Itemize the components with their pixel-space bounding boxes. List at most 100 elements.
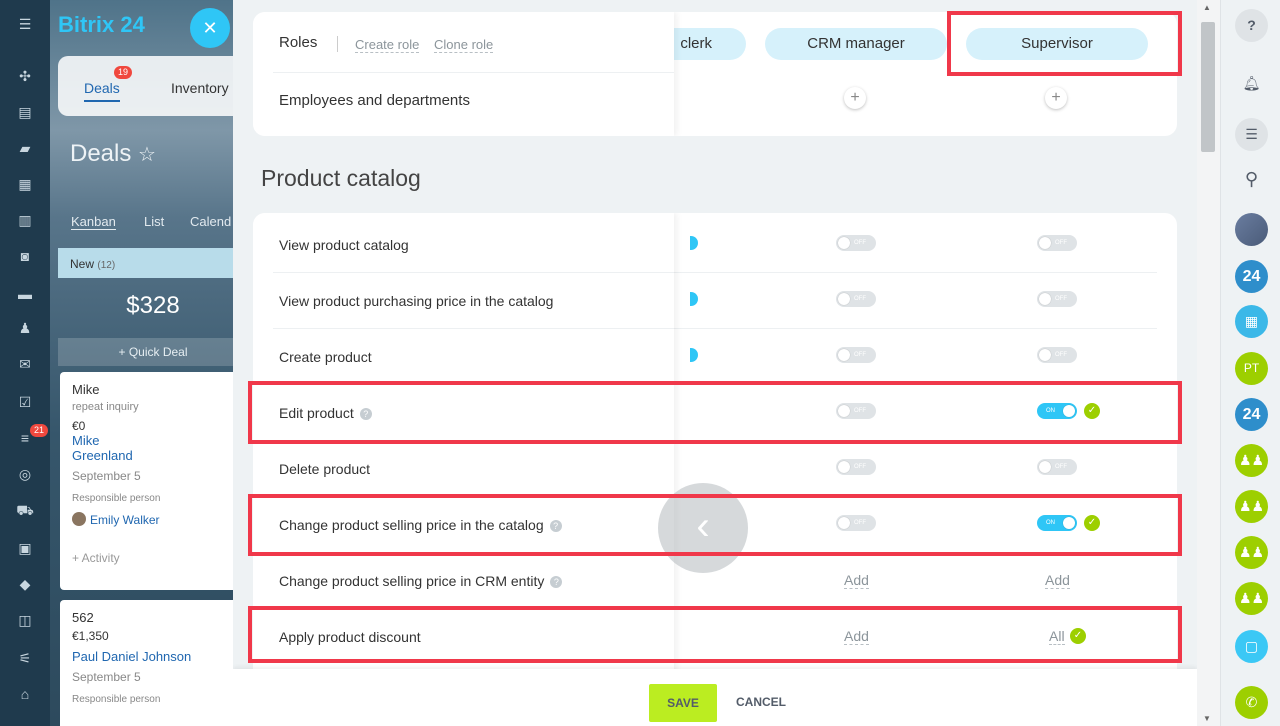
id-card-icon[interactable]: ▣	[15, 540, 35, 556]
deal-date: September 5	[72, 670, 141, 684]
document-icon[interactable]: ▥	[15, 212, 35, 228]
chat-bubble-icon[interactable]: ☰	[1235, 118, 1268, 151]
permission-label: Delete product	[279, 461, 371, 477]
group-chat-icon[interactable]: ♟♟	[1235, 490, 1268, 523]
view-kanban[interactable]: Kanban	[71, 214, 116, 230]
tasks-icon[interactable]: ▤	[15, 104, 35, 120]
permission-label-edit-product: Edit product?	[279, 405, 372, 421]
check-icon: ✓	[1084, 403, 1100, 419]
toggle-view-purchase-price-crm-manager[interactable]: OFF	[836, 291, 876, 307]
toggle-view-catalog-supervisor[interactable]: OFF	[1037, 235, 1077, 251]
avatar	[72, 512, 86, 526]
responsible-label: Responsible person	[72, 694, 161, 705]
deal-amount: €1,350	[72, 629, 109, 643]
tab-inventory[interactable]: Inventory	[171, 80, 229, 96]
crm-tabs: Deals 19 Inventory	[58, 56, 240, 116]
add-employee-supervisor-button[interactable]: +	[1045, 87, 1067, 109]
bitrix24-chat-icon[interactable]: 24	[1235, 260, 1268, 293]
avatar-pt[interactable]: PT	[1235, 352, 1268, 385]
add-employee-crm-manager-button[interactable]: +	[844, 87, 866, 109]
toggle-delete-product-crm-manager[interactable]: OFF	[836, 459, 876, 475]
clone-role-link[interactable]: Clone role	[434, 37, 494, 53]
crm-badge: 21	[30, 424, 49, 437]
mail-icon[interactable]: ✉	[15, 356, 35, 372]
role-column-supervisor[interactable]: Supervisor	[966, 28, 1148, 60]
robot-icon[interactable]: ◙	[15, 248, 35, 264]
home-icon[interactable]: ⌂	[15, 686, 35, 702]
permission-label: Apply product discount	[279, 629, 421, 645]
help-icon[interactable]: ?	[1235, 9, 1268, 42]
help-icon[interactable]: ?	[549, 520, 562, 532]
avatar[interactable]	[1235, 213, 1268, 246]
toggle-edit-product-crm-manager[interactable]: OFF	[836, 403, 876, 419]
divider	[273, 608, 674, 609]
toggle-delete-product-supervisor[interactable]: OFF	[1037, 459, 1077, 475]
hidden-column-toggle	[690, 348, 698, 362]
vertical-scrollbar[interactable]: ▲ ▼	[1197, 0, 1220, 726]
settings-sliders-icon[interactable]: ⚟	[15, 650, 35, 666]
target-icon[interactable]: ◎	[15, 466, 35, 482]
view-list[interactable]: List	[144, 214, 164, 229]
menu-icon[interactable]: ☰	[15, 16, 35, 32]
roles-label-column: Roles Create role Clone role Employees a…	[253, 12, 674, 136]
permission-label: View product catalog	[279, 237, 409, 253]
add-link-discount-crm-manager[interactable]: Add	[844, 628, 869, 645]
page-title-text: Deals	[70, 140, 132, 167]
close-slider-button[interactable]: ✕	[190, 8, 230, 48]
scroll-thumb[interactable]	[1201, 22, 1215, 152]
deal-amount: €0	[72, 419, 86, 433]
toggle-create-product-supervisor[interactable]: OFF	[1037, 347, 1077, 363]
all-link-discount-supervisor[interactable]: All	[1049, 628, 1065, 645]
toggle-change-price-catalog-supervisor[interactable]: ON	[1037, 515, 1077, 531]
quick-deal-button[interactable]: + Quick Deal	[58, 338, 240, 366]
cancel-button[interactable]: CANCEL	[736, 695, 786, 709]
drive-icon[interactable]: ▬	[15, 286, 35, 302]
calendar-icon[interactable]: ▦	[15, 176, 35, 192]
contact-center-icon[interactable]: ◫	[15, 612, 35, 628]
toggle-edit-product-supervisor[interactable]: ON	[1037, 403, 1077, 419]
product-catalog-card: OFF OFF OFF OFF OFF OFF Add Add OFF OFF …	[253, 213, 1177, 683]
add-link-price-crm-entity-crm-manager[interactable]: Add	[844, 572, 869, 589]
role-column-crm-manager[interactable]: CRM manager	[765, 28, 947, 60]
add-link-price-crm-entity-supervisor[interactable]: Add	[1045, 572, 1070, 589]
help-icon[interactable]: ?	[359, 408, 372, 420]
contact-center-icon[interactable]: ▢	[1235, 630, 1268, 663]
bitrix24-chat-icon[interactable]: 24	[1235, 398, 1268, 431]
scroll-down-arrow[interactable]: ▼	[1203, 714, 1211, 723]
deal-card[interactable]: Mike repeat inquiry €0 Mike Greenland Se…	[60, 372, 240, 590]
chat-icon[interactable]: ▰	[15, 140, 35, 156]
access-permissions-panel: clerk CRM manager Supervisor + + Roles C…	[233, 0, 1197, 726]
view-calendar[interactable]: Calend	[190, 214, 231, 229]
deal-contact-line2: Greenland	[72, 448, 133, 463]
section-title: Product catalog	[261, 165, 421, 191]
toggle-change-price-catalog-crm-manager[interactable]: OFF	[836, 515, 876, 531]
save-button[interactable]: SAVE	[649, 684, 717, 722]
toggle-view-purchase-price-supervisor[interactable]: OFF	[1037, 291, 1077, 307]
toggle-view-catalog-crm-manager[interactable]: OFF	[836, 235, 876, 251]
checkbox-icon[interactable]: ☑	[15, 394, 35, 410]
deal-contact: Paul Daniel Johnson	[72, 649, 192, 664]
scroll-up-arrow[interactable]: ▲	[1203, 3, 1211, 12]
contacts-icon[interactable]: ♟	[15, 320, 35, 336]
search-icon[interactable]: ⚲	[1235, 163, 1268, 196]
deal-card[interactable]: 562 €1,350 Paul Daniel Johnson September…	[60, 600, 240, 726]
feed-icon[interactable]: ✣	[15, 68, 35, 84]
column-sum: $328	[126, 292, 180, 319]
group-chat-icon[interactable]: ♟♟	[1235, 536, 1268, 569]
right-sidebar: ? 🔔︎ ☰ ⚲ 24 ▦ PT 24 ♟♟ ♟♟ ♟♟ ♟♟ ▢ ✆	[1220, 0, 1280, 726]
phone-icon[interactable]: ✆	[1235, 686, 1268, 719]
toggle-create-product-crm-manager[interactable]: OFF	[836, 347, 876, 363]
box-icon[interactable]: ◆	[15, 576, 35, 592]
group-chat-icon[interactable]: ♟♟	[1235, 444, 1268, 477]
bell-icon[interactable]: 🔔︎	[1235, 67, 1268, 100]
group-chat-icon[interactable]: ♟♟	[1235, 582, 1268, 615]
scroll-back-button[interactable]: ‹	[658, 483, 748, 573]
tab-deals[interactable]: Deals	[84, 80, 120, 102]
responsible-label: Responsible person	[72, 493, 161, 504]
help-icon[interactable]: ?	[550, 576, 563, 588]
permission-label-change-price-crm: Change product selling price in CRM enti…	[279, 573, 563, 589]
deal-date: September 5	[72, 469, 141, 483]
calendar-chat-icon[interactable]: ▦	[1235, 305, 1268, 338]
create-role-link[interactable]: Create role	[355, 37, 420, 53]
cart-icon[interactable]: ⛟	[15, 502, 35, 518]
